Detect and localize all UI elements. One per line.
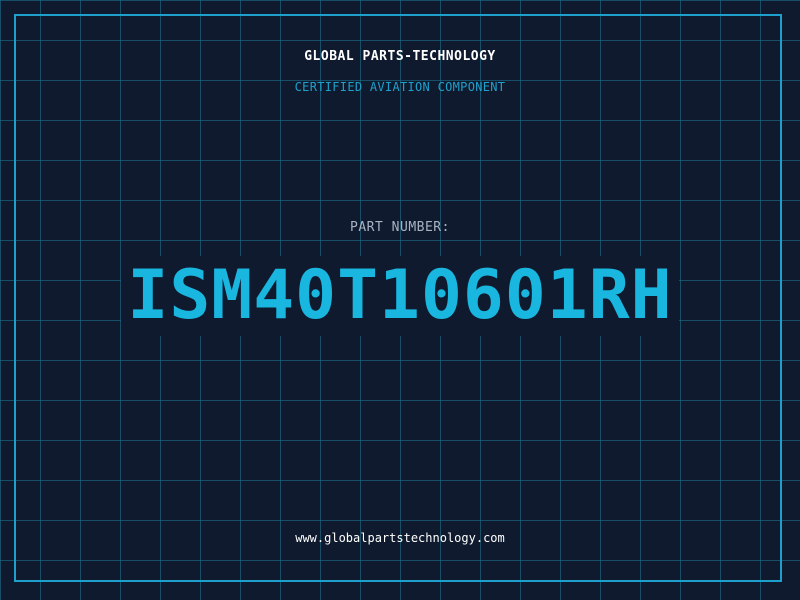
part-number-display: ISM40T10601RH (0, 256, 800, 336)
certification-subtitle: CERTIFIED AVIATION COMPONENT (294, 80, 506, 94)
part-number-value: ISM40T10601RH (121, 256, 679, 336)
blueprint-canvas: GLOBAL PARTS-TECHNOLOGY CERTIFIED AVIATI… (0, 0, 800, 600)
part-number-label: PART NUMBER: (350, 220, 450, 235)
company-name: GLOBAL PARTS-TECHNOLOGY (304, 49, 496, 64)
website-url: www.globalpartstechnology.com (295, 531, 505, 545)
